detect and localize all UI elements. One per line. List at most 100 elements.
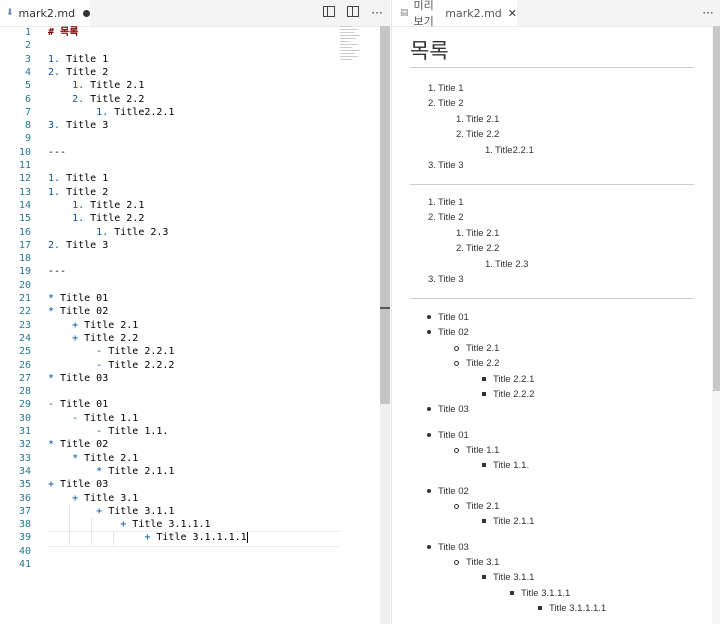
preview-tab[interactable]: ▤ 미리 보기 mark2.md ✕ — [392, 0, 517, 28]
editor-line[interactable]: 11 — [0, 159, 380, 172]
editor-line[interactable]: 23 + Title 2.1 — [0, 319, 380, 332]
list-item-text: Title 2.1 — [466, 501, 500, 512]
editor-line[interactable]: 27 * Title 03 — [0, 372, 380, 385]
editor-line[interactable]: 38 + Title 3.1.1.1 — [0, 518, 380, 531]
editor-line[interactable]: 34 * Title 2.1.1 — [0, 465, 380, 478]
preview-list-item: 2. Title 2 — [428, 98, 464, 110]
line-number: 27 — [18, 372, 31, 384]
editor-line[interactable]: 5 1. Title 2.1 — [0, 79, 380, 92]
editor-scrollbar-thumb[interactable] — [380, 26, 390, 404]
editor-scrollbar[interactable] — [380, 26, 390, 624]
line-number: 37 — [18, 505, 31, 517]
editor-line[interactable]: 30 - Title 1.1 — [0, 412, 380, 425]
line-text: 1. Title 2.3 — [96, 226, 169, 238]
editor-line[interactable]: 13 1. Title 2 — [0, 186, 380, 199]
editor-line[interactable]: 36 + Title 3.1 — [0, 492, 380, 505]
editor-line[interactable]: 25 - Title 2.2.1 — [0, 345, 380, 358]
indent-guide — [113, 531, 114, 545]
preview-list-item: Title 01 — [427, 312, 469, 324]
editor-line[interactable]: 1 # 목록 — [0, 26, 380, 39]
editor-line[interactable]: 16 1. Title 2.3 — [0, 226, 380, 239]
list-item-text: Title 3.1 — [466, 557, 500, 568]
editor-line[interactable]: 3 1. Title 1 — [0, 53, 380, 66]
editor-line[interactable]: 21 * Title 01 — [0, 292, 380, 305]
line-text: 1. Title 1 — [48, 53, 109, 65]
list-item-text: Title 2.2 — [466, 243, 500, 254]
editor-line[interactable]: 35 + Title 03 — [0, 478, 380, 491]
editor-line[interactable]: 10 --- — [0, 146, 380, 159]
preview-list-item: 3. Title 3 — [428, 274, 464, 286]
split-editor-icon[interactable] — [346, 6, 360, 20]
editor-line[interactable]: 41 — [0, 558, 380, 571]
editor-line[interactable]: 31 - Title 1.1. — [0, 425, 380, 438]
editor-line[interactable]: 18 — [0, 252, 380, 265]
square-bullet-icon — [482, 392, 486, 397]
text-cursor — [246, 531, 248, 543]
preview-list-item: Title 2.1 — [454, 343, 499, 355]
line-text: + Title 3.1 — [72, 492, 139, 504]
editor-line[interactable]: 17 2. Title 3 — [0, 239, 380, 252]
line-number: 41 — [18, 559, 31, 570]
preview-list-item: 3. Title 3 — [428, 160, 464, 172]
editor-line[interactable]: 39 + Title 3.1.1.1.1 — [0, 531, 380, 544]
editor-tab[interactable]: ⬇ mark2.md — [0, 0, 90, 26]
editor-line[interactable]: 7 1. Title2.2.1 — [0, 106, 380, 119]
editor-line[interactable]: 33 * Title 2.1 — [0, 452, 380, 465]
editor-line[interactable]: 24 + Title 2.2 — [0, 332, 380, 345]
more-actions-icon[interactable]: ··· — [701, 6, 715, 20]
indent-guide — [69, 504, 70, 545]
editor-line[interactable]: 2 — [0, 39, 380, 52]
editor-line[interactable]: 20 — [0, 279, 380, 292]
disc-bullet-icon — [427, 330, 431, 335]
list-item-text: Title 2.2 — [466, 358, 500, 369]
list-item-text: Title 2 — [438, 212, 464, 223]
unsaved-dot-icon[interactable] — [83, 9, 90, 17]
line-text: + Title 2.1 — [72, 319, 139, 331]
line-number: 17 — [18, 239, 31, 251]
editor-line[interactable]: 22 * Title 02 — [0, 305, 380, 318]
editor-line[interactable]: 4 2. Title 2 — [0, 66, 380, 79]
line-text: - Title 1.1 — [72, 412, 139, 424]
line-number: 13 — [18, 186, 31, 198]
line-number: 11 — [18, 160, 31, 171]
preview-list-item: Title 2.2.1 — [482, 374, 534, 386]
editor-line[interactable]: 9 — [0, 132, 380, 145]
editor-line[interactable]: 19 --- — [0, 265, 380, 278]
preview-list-item: 1. Title 2.1 — [456, 228, 499, 240]
editor-line[interactable]: 15 1. Title 2.2 — [0, 212, 380, 225]
editor-line[interactable]: 40 — [0, 545, 380, 558]
preview-scrollbar[interactable] — [712, 26, 720, 624]
line-number: 7 — [24, 106, 31, 118]
line-number: 33 — [18, 452, 31, 464]
editor-line[interactable]: 29 - Title 01 — [0, 398, 380, 411]
editor-line[interactable]: 37 + Title 3.1.1 — [0, 505, 380, 518]
line-text: - Title 01 — [48, 399, 109, 411]
open-preview-to-side-icon[interactable] — [322, 6, 336, 20]
square-bullet-icon — [482, 575, 486, 580]
minimap[interactable] — [340, 26, 362, 76]
preview-scrollbar-thumb[interactable] — [713, 26, 720, 391]
line-text: * Title 02 — [48, 306, 109, 318]
preview-tab-bar: ▤ 미리 보기 mark2.md ✕ ··· — [392, 0, 720, 28]
preview-list-item: Title 03 — [427, 542, 469, 554]
line-text: + Title 03 — [48, 479, 109, 491]
preview-pane: ▤ 미리 보기 mark2.md ✕ ··· 목록 1. Title 1 2. T… — [391, 0, 720, 624]
editor-line[interactable]: 14 1. Title 2.1 — [0, 199, 380, 212]
editor-line[interactable]: 8 3. Title 3 — [0, 119, 380, 132]
editor-line[interactable]: 32 * Title 02 — [0, 438, 380, 451]
code-editor[interactable]: 1 # 목록 2 3 1. Title 1 4 2. Title 25 1. Title 2… — [0, 26, 390, 624]
editor-line[interactable]: 6 2. Title 2.2 — [0, 93, 380, 106]
preview-icon: ▤ — [400, 8, 409, 18]
editor-line[interactable]: 28 — [0, 385, 380, 398]
list-item-text: Title 2.2.2 — [493, 389, 535, 400]
line-number: 2 — [24, 40, 31, 52]
circle-bullet-icon — [454, 559, 459, 565]
close-tab-icon[interactable]: ✕ — [508, 7, 517, 20]
more-actions-icon[interactable]: ··· — [370, 6, 384, 20]
editor-line[interactable]: 26 - Title 2.2.2 — [0, 359, 380, 372]
editor-tab-bar: ⬇ mark2.md ··· — [0, 0, 390, 27]
editor-line[interactable]: 12 1. Title 1 — [0, 172, 380, 185]
preview-tab-prefix: 미리 보기 — [413, 0, 434, 28]
editor-tab-filename: mark2.md — [18, 6, 76, 20]
list-item-text: Title 2 — [438, 98, 464, 109]
